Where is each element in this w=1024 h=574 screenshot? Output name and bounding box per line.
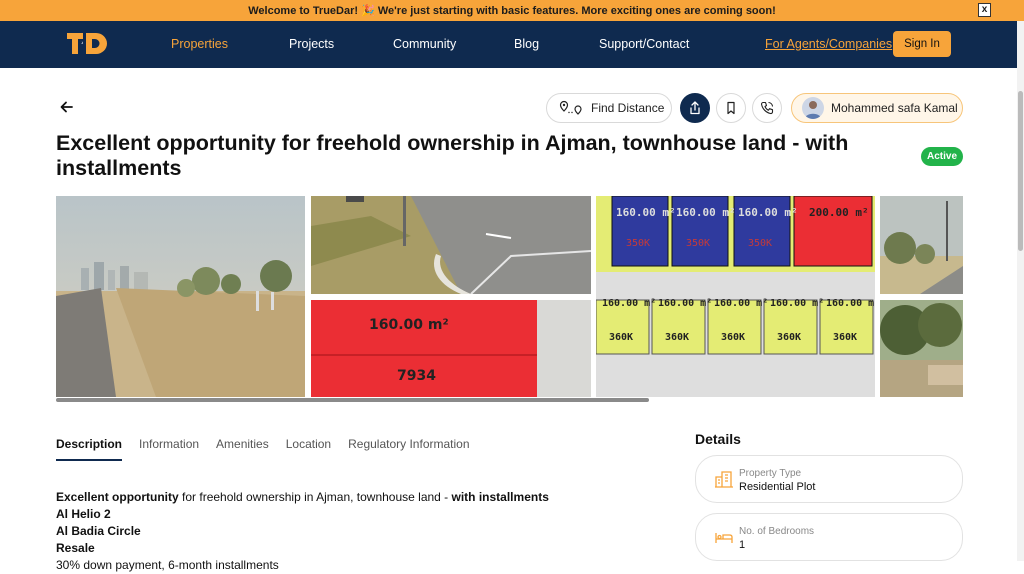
description-body: Excellent opportunity for freehold owner… — [56, 489, 549, 574]
gallery-photo-road-curb[interactable] — [311, 196, 591, 294]
nav-for-agents-companies[interactable]: For Agents/Companies — [765, 37, 892, 51]
nav-community[interactable]: Community — [393, 37, 456, 51]
plan-price-label: 360K — [609, 332, 633, 343]
find-distance-button[interactable]: Find Distance — [546, 93, 672, 123]
plan-area-label: 160.00 m² — [714, 298, 768, 309]
gallery-scrollbar[interactable] — [56, 398, 649, 402]
description-bold-text: Al Helio 2 — [56, 507, 111, 521]
plan-area-label: 160.00 m² — [738, 206, 798, 219]
detail-value: Residential Plot — [739, 481, 816, 493]
nav-support-contact[interactable]: Support/Contact — [599, 37, 689, 51]
banner-text: Welcome to TrueDar! 🎉 We're just startin… — [248, 5, 776, 17]
top-navigation: د Properties Projects Community Blog Sup… — [0, 21, 1024, 68]
red-plot-number: 7934 — [397, 368, 436, 384]
detail-card-bedrooms: No. of Bedrooms 1 — [695, 513, 963, 561]
route-pin-icon — [559, 100, 582, 115]
tab-information[interactable]: Information — [139, 437, 199, 461]
nav-projects[interactable]: Projects — [289, 37, 334, 51]
plan-area-label: 160.00 m² — [602, 298, 656, 309]
nav-properties[interactable]: Properties — [171, 37, 228, 51]
description-bold-text: Resale — [56, 541, 95, 555]
plan-price-label: 350K — [686, 238, 710, 249]
user-profile-button[interactable]: Mohammed safa Kamal — [791, 93, 963, 123]
image-gallery[interactable]: 160.00 m² 7934 160.00 m² 160.00 m² 160.0… — [56, 196, 963, 397]
plan-price-label: 360K — [777, 332, 801, 343]
plan-area-label: 200.00 m² — [809, 206, 869, 219]
tab-location[interactable]: Location — [286, 437, 331, 461]
nav-blog[interactable]: Blog — [514, 37, 539, 51]
tab-regulatory-information[interactable]: Regulatory Information — [348, 437, 469, 461]
description-line: Resale — [56, 540, 549, 557]
plan-top-row: 160.00 m² 160.00 m² 160.00 m² 200.00 m² … — [611, 196, 873, 267]
bookmark-button[interactable] — [716, 93, 746, 123]
page-scrollbar-thumb[interactable] — [1018, 91, 1023, 251]
bookmark-icon — [727, 101, 735, 115]
description-line: Al Helio 2 — [56, 506, 549, 523]
svg-text:د: د — [81, 40, 83, 46]
share-icon — [690, 101, 700, 115]
description-line: 30% down payment, 6-month installments — [56, 558, 279, 572]
listing-tabs: Description Information Amenities Locati… — [56, 437, 487, 461]
detail-label: No. of Bedrooms — [739, 526, 815, 537]
status-badge: Active — [921, 147, 963, 166]
detail-value: 1 — [739, 539, 746, 551]
bed-icon — [715, 533, 733, 543]
phone-icon — [761, 101, 774, 115]
plan-price-label: 360K — [721, 332, 745, 343]
plan-price-label: 360K — [665, 332, 689, 343]
find-distance-label: Find Distance — [591, 101, 665, 115]
banner-close-button[interactable]: x — [978, 3, 991, 17]
red-plot-area: 160.00 m² — [369, 317, 449, 333]
detail-label: Property Type — [739, 468, 802, 479]
description-bold-text: with installments — [451, 490, 549, 504]
gallery-photo-road-skyline[interactable] — [56, 196, 305, 397]
description-line: Excellent opportunity for freehold owner… — [56, 489, 549, 506]
detail-card-property-type: Property Type Residential Plot — [695, 455, 963, 503]
truedar-logo[interactable]: د — [67, 30, 109, 56]
details-heading: Details — [695, 431, 741, 447]
plan-bottom-row: 160.00 m² 160.00 m² 160.00 m² 160.00 m² … — [596, 298, 875, 355]
plan-area-label: 160.00 m² — [826, 298, 875, 309]
plan-area-label: 160.00 m² — [616, 206, 676, 219]
user-name: Mohammed safa Kamal — [831, 101, 958, 115]
description-line: Al Badia Circle — [56, 523, 549, 540]
description-bold-text: Excellent opportunity — [56, 490, 179, 504]
plan-area-label: 160.00 m² — [676, 206, 736, 219]
gallery-photo-trees-road[interactable] — [880, 196, 963, 294]
plan-price-label: 350K — [748, 238, 772, 249]
gallery-photo-trees-wall[interactable] — [880, 300, 963, 397]
plan-area-label: 160.00 m² — [658, 298, 712, 309]
call-button[interactable] — [752, 93, 782, 123]
plan-price-label: 350K — [626, 238, 650, 249]
back-arrow-icon[interactable] — [58, 98, 76, 116]
description-bold-text: Al Badia Circle — [56, 524, 141, 538]
building-icon — [715, 471, 733, 488]
page-scrollbar[interactable] — [1017, 21, 1024, 561]
tab-amenities[interactable]: Amenities — [216, 437, 269, 461]
description-text: for freehold ownership in Ajman, townhou… — [178, 490, 452, 504]
avatar — [802, 97, 824, 119]
gallery-photo-plot-layout[interactable]: 160.00 m² 160.00 m² 160.00 m² 200.00 m² … — [596, 196, 875, 397]
plan-area-label: 160.00 m² — [770, 298, 824, 309]
listing-title: Excellent opportunity for freehold owner… — [56, 131, 849, 180]
share-button[interactable] — [680, 93, 710, 123]
gallery-photo-red-plot-plan[interactable]: 160.00 m² 7934 — [311, 300, 591, 397]
tab-description[interactable]: Description — [56, 437, 123, 461]
announcement-banner: Welcome to TrueDar! 🎉 We're just startin… — [0, 0, 1024, 21]
plan-price-label: 360K — [833, 332, 857, 343]
sign-in-button[interactable]: Sign In — [893, 31, 951, 57]
